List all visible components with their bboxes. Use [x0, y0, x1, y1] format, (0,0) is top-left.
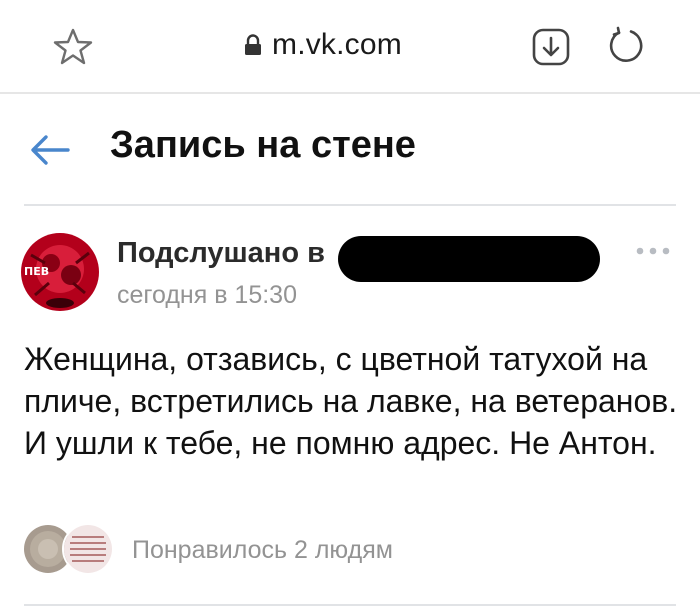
- more-dots-icon[interactable]: [635, 244, 671, 258]
- likes-count[interactable]: Понравилось 2 людям: [132, 536, 393, 565]
- page-title: Запись на стене: [110, 124, 416, 166]
- url-text: m.vk.com: [272, 28, 402, 61]
- star-icon[interactable]: [53, 27, 93, 67]
- liker-avatar-image: [64, 525, 112, 573]
- post-timestamp[interactable]: сегодня в 15:30: [117, 281, 297, 310]
- post-text: Женщина, отзавись, с цветной татухой на …: [24, 341, 678, 461]
- lock-icon: [245, 34, 261, 55]
- avatar-image: ПЕВ: [21, 233, 99, 311]
- redaction-bar: [338, 236, 600, 282]
- svg-text:ПЕВ: ПЕВ: [24, 265, 49, 278]
- reload-icon[interactable]: [606, 26, 646, 66]
- liker-avatar[interactable]: [62, 523, 114, 575]
- page-header: Запись на стене: [0, 96, 700, 204]
- download-icon[interactable]: [532, 28, 570, 66]
- post-bottom-divider: [24, 604, 676, 606]
- address-bar-divider: [0, 92, 700, 94]
- community-avatar[interactable]: ПЕВ: [21, 233, 99, 311]
- header-divider: [24, 204, 676, 206]
- url-field[interactable]: m.vk.com: [244, 28, 402, 62]
- post-author[interactable]: Подслушано в: [117, 237, 325, 270]
- browser-address-bar: m.vk.com: [0, 0, 700, 92]
- arrow-left-icon[interactable]: [30, 133, 70, 167]
